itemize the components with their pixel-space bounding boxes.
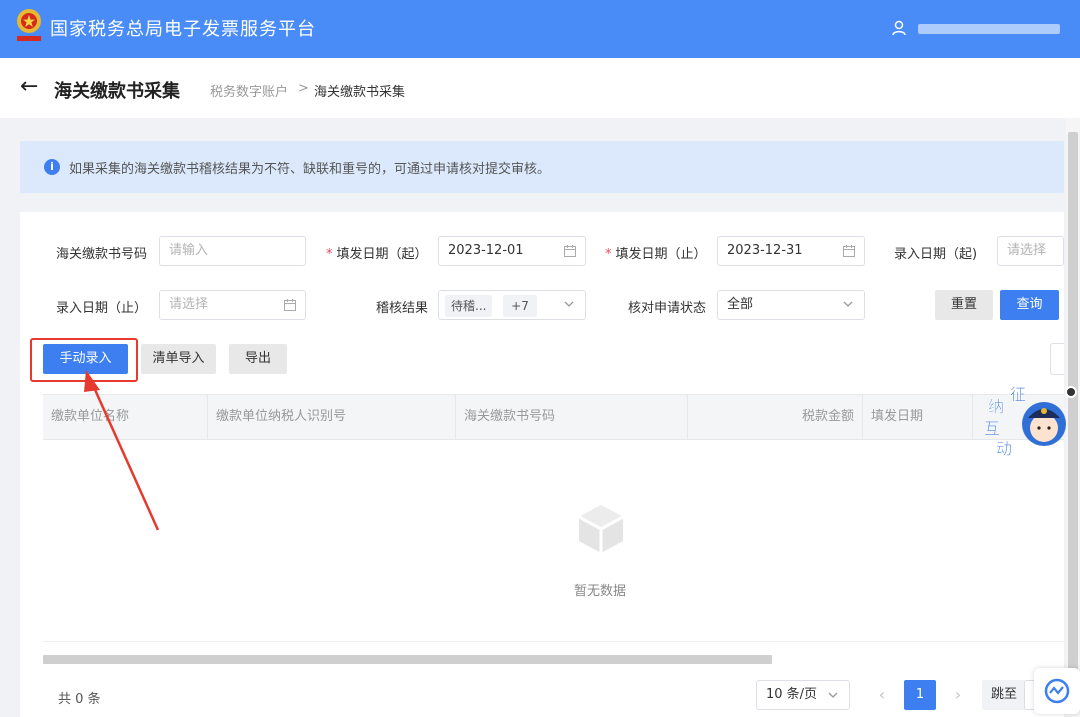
total-count: 共 0 条 xyxy=(58,692,101,707)
calendar-icon xyxy=(843,245,855,257)
apply-status-label: 核对申请状态 xyxy=(628,301,707,316)
issue-end-date-input[interactable]: 2023-12-31 xyxy=(717,236,865,266)
apply-status-value: 全部 xyxy=(727,297,754,312)
page-size-select[interactable]: 10 条/页 xyxy=(756,680,850,710)
query-button[interactable]: 查询 xyxy=(1000,290,1059,320)
page-number-button[interactable]: 1 xyxy=(904,680,936,710)
export-button[interactable]: 导出 xyxy=(229,344,287,374)
page-title: 海关缴款书采集 xyxy=(54,81,180,102)
entry-start-label: 录入日期（起) xyxy=(894,247,978,262)
column-header-payer-name: 缴款单位名称 xyxy=(43,395,208,439)
page-size-value: 10 条/页 xyxy=(766,687,818,702)
audit-result-tag: 待稽... xyxy=(445,295,493,317)
breadcrumb-separator: > xyxy=(298,81,309,96)
table-header: 缴款单位名称 缴款单位纳税人识别号 海关缴款书号码 税款金额 填发日期 xyxy=(43,394,1064,440)
entry-start-date-input[interactable]: 请选择 xyxy=(997,236,1064,266)
issue-end-label: * 填发日期（止） xyxy=(605,243,707,262)
platform-title: 国家税务总局电子发票服务平台 xyxy=(50,19,316,40)
calendar-icon xyxy=(564,245,576,257)
interaction-mascot-icon[interactable]: 征 纳 互 动 xyxy=(976,384,1068,462)
user-icon[interactable] xyxy=(892,20,906,36)
issue-end-label-text: 填发日期（止） xyxy=(615,247,707,262)
mascot-char-na: 纳 xyxy=(988,397,1004,416)
chevron-down-icon xyxy=(828,692,838,698)
back-arrow-icon[interactable]: ← xyxy=(20,76,38,98)
info-notice: i 如果采集的海关缴款书稽核结果为不符、缺联和重号的，可通过申请核对提交审核。 xyxy=(20,141,1064,193)
audit-result-label: 稽核结果 xyxy=(376,301,429,316)
column-header-tax-amount: 税款金额 xyxy=(688,395,863,439)
issue-start-label: * 填发日期（起） xyxy=(326,243,428,262)
required-mark: * xyxy=(605,247,612,262)
doc-no-label: 海关缴款书号码 xyxy=(56,247,148,262)
chevron-down-icon xyxy=(843,301,853,307)
entry-end-label: 录入日期（止） xyxy=(56,301,148,316)
info-icon: i xyxy=(44,159,60,175)
notice-text: 如果采集的海关缴款书稽核结果为不符、缺联和重号的，可通过申请核对提交审核。 xyxy=(69,162,551,177)
mascot-char-hu: 互 xyxy=(984,419,1000,438)
breadcrumb-current: 海关缴款书采集 xyxy=(314,85,406,100)
column-header-issue-date: 填发日期 xyxy=(863,395,973,439)
issue-start-label-text: 填发日期（起） xyxy=(336,247,428,262)
top-header-bar: 国家税务总局电子发票服务平台 xyxy=(0,0,1080,58)
reset-button[interactable]: 重置 xyxy=(935,290,993,320)
horizontal-scrollbar[interactable] xyxy=(43,655,772,664)
table-bottom-divider xyxy=(43,641,1064,642)
required-mark: * xyxy=(326,247,333,262)
breadcrumb-parent[interactable]: 税务数字账户 xyxy=(210,81,288,100)
vertical-scrollbar-thumb[interactable] xyxy=(1068,132,1078,672)
jump-to-label: 跳至 xyxy=(982,680,1026,710)
issue-start-date-value: 2023-12-01 xyxy=(448,243,524,258)
apply-status-select[interactable]: 全部 xyxy=(717,290,865,320)
column-header-doc-no: 海关缴款书号码 xyxy=(456,395,688,439)
empty-state-text: 暂无数据 xyxy=(574,584,627,599)
entry-end-date-input[interactable]: 请选择 xyxy=(159,290,306,320)
doc-no-input[interactable]: 请输入 xyxy=(159,236,306,266)
audit-result-select[interactable]: 待稽... +7 xyxy=(438,290,586,320)
audit-result-more-tag: +7 xyxy=(503,295,537,317)
next-page-button[interactable]: › xyxy=(948,680,968,710)
column-settings-button[interactable] xyxy=(1050,343,1064,375)
column-header-payer-tax-id: 缴款单位纳税人识别号 xyxy=(208,395,456,439)
national-emblem-icon xyxy=(17,9,41,41)
service-icon xyxy=(1044,678,1070,704)
user-name-redacted[interactable] xyxy=(918,24,1060,34)
mascot-char-dong: 动 xyxy=(996,439,1012,458)
entry-end-date-placeholder: 请选择 xyxy=(169,297,209,312)
list-import-button[interactable]: 清单导入 xyxy=(141,344,216,374)
chevron-down-icon xyxy=(564,301,574,307)
page-header: ← 海关缴款书采集 税务数字账户 > 海关缴款书采集 xyxy=(0,58,1080,118)
prev-page-button[interactable]: ‹ xyxy=(872,680,892,710)
issue-start-date-input[interactable]: 2023-12-01 xyxy=(438,236,586,266)
issue-end-date-value: 2023-12-31 xyxy=(727,243,803,258)
calendar-icon xyxy=(284,299,296,311)
annotation-highlight-box xyxy=(30,338,138,382)
help-service-button[interactable] xyxy=(1034,668,1080,714)
mascot-char-zheng: 征 xyxy=(1010,385,1026,404)
empty-box-icon xyxy=(578,505,624,553)
